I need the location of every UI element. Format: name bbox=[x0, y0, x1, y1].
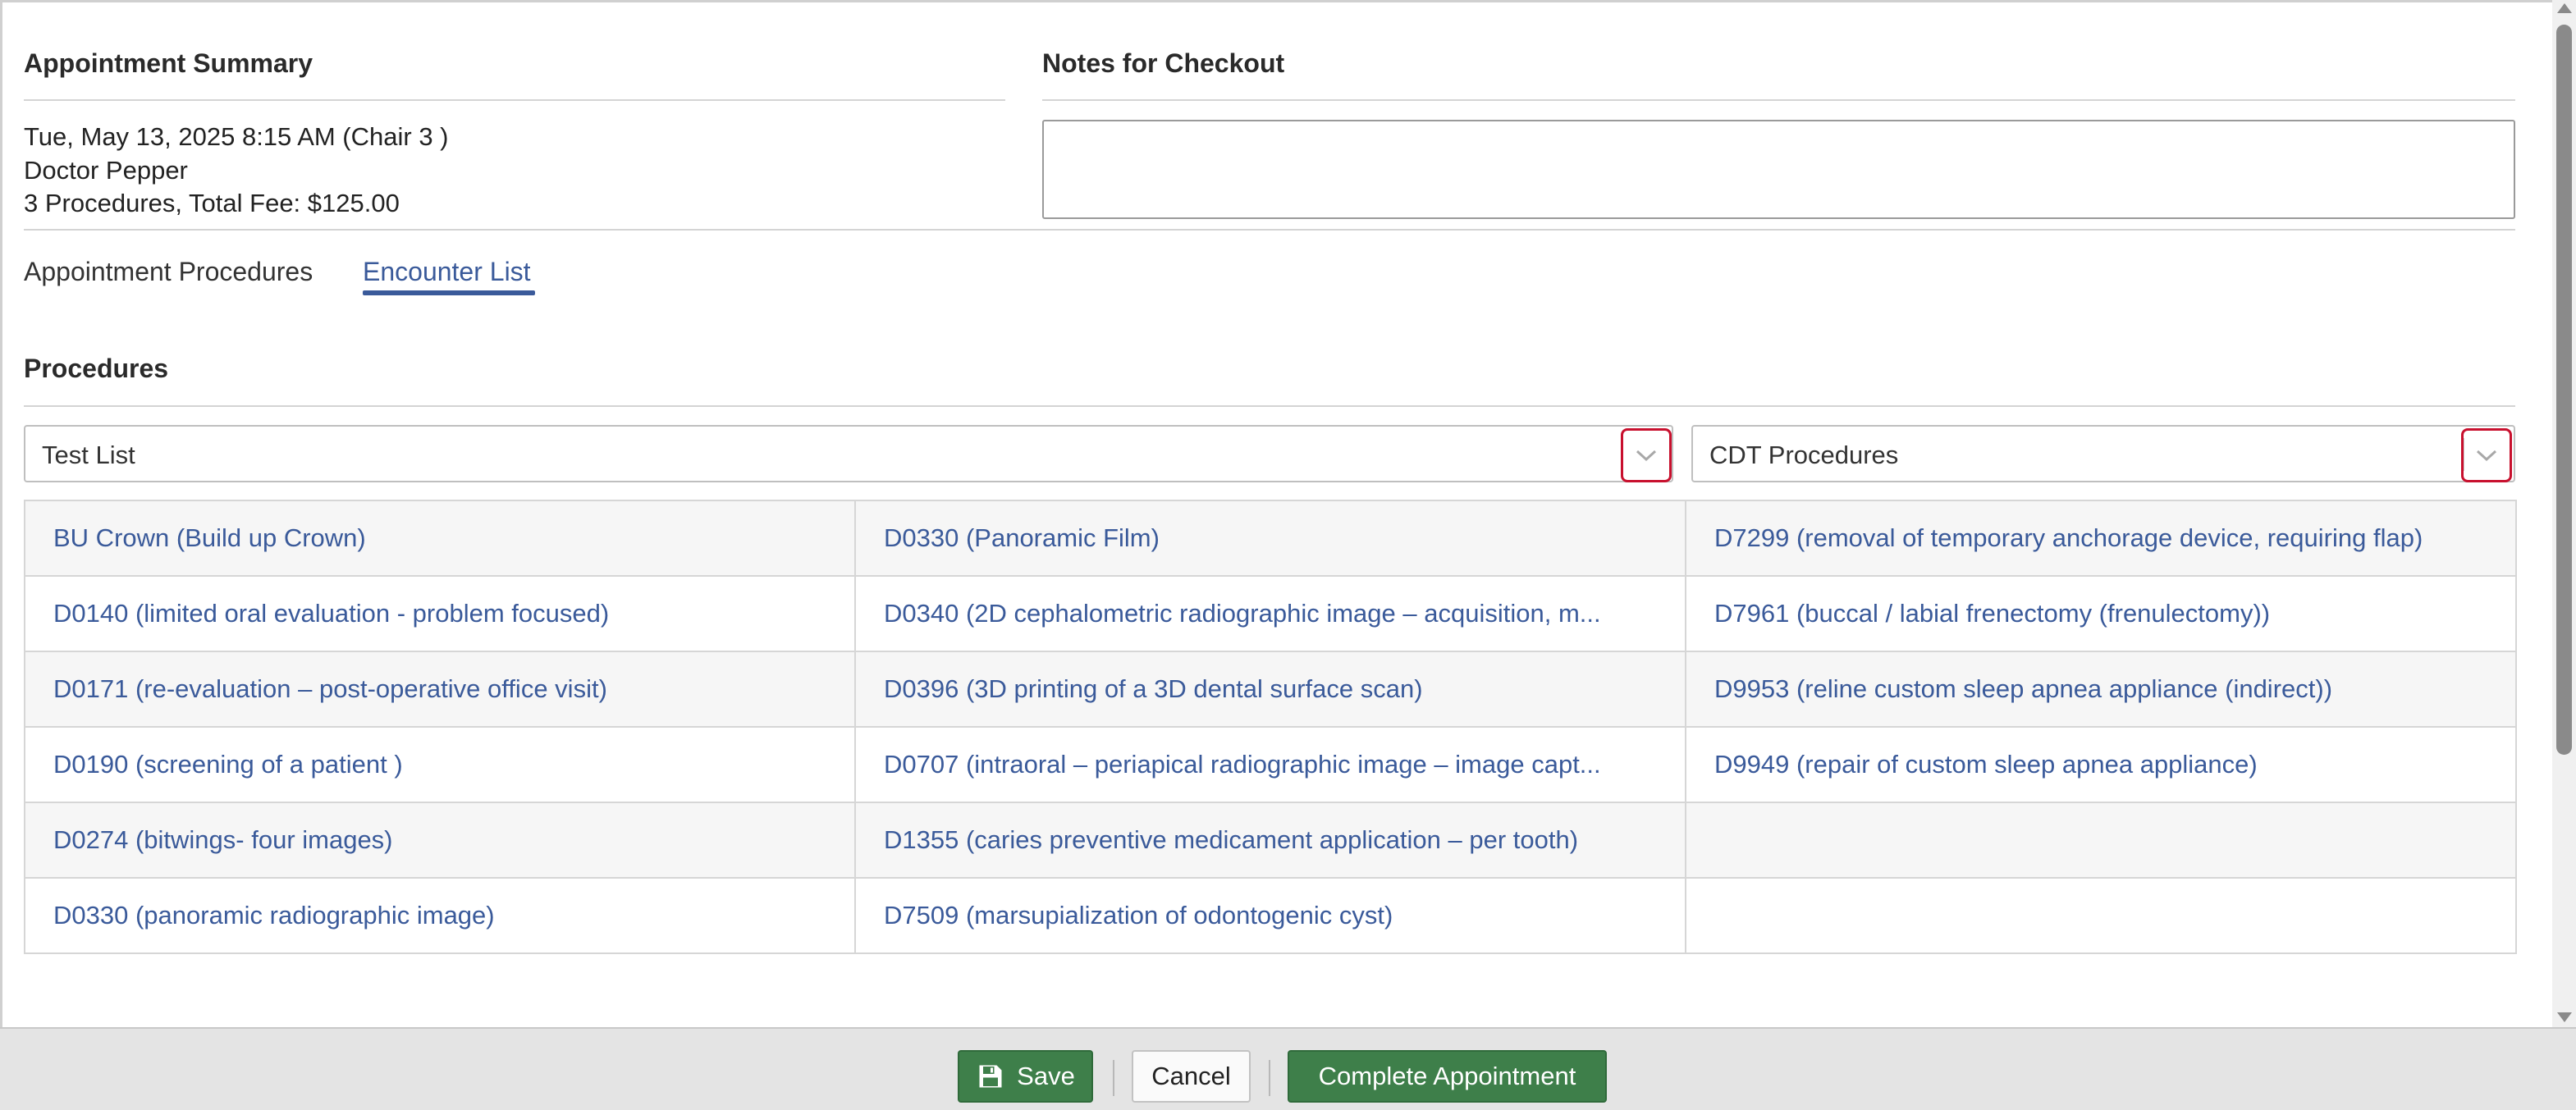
chevron-down-icon[interactable] bbox=[2461, 428, 2512, 482]
procedure-link[interactable]: D0396 (3D printing of a 3D dental surfac… bbox=[884, 674, 1423, 703]
appointment-fee: 3 Procedures, Total Fee: $125.00 bbox=[24, 189, 400, 217]
dialog-footer: Save Cancel Complete Appointment bbox=[0, 1027, 2576, 1110]
procedure-cell[interactable]: D7299 (removal of temporary anchorage de… bbox=[1685, 500, 2517, 577]
summary-divider bbox=[24, 99, 1005, 101]
procedure-cell[interactable]: D0274 (bitwings- four images) bbox=[24, 802, 856, 879]
active-tab-indicator bbox=[363, 290, 535, 295]
procedure-link[interactable]: D0274 (bitwings- four images) bbox=[53, 825, 393, 854]
procedure-link[interactable]: D1355 (caries preventive medicament appl… bbox=[884, 825, 1578, 854]
notes-divider bbox=[1042, 99, 2515, 101]
chevron-down-icon[interactable] bbox=[1621, 428, 1672, 482]
appointment-doctor: Doctor Pepper bbox=[24, 156, 188, 185]
procedure-link[interactable]: D9953 (reline custom sleep apnea applian… bbox=[1714, 674, 2332, 703]
procedure-cell[interactable]: D1355 (caries preventive medicament appl… bbox=[854, 802, 1686, 879]
table-row: D0171 (re-evaluation – post-operative of… bbox=[24, 651, 2517, 728]
procedure-link[interactable]: D0171 (re-evaluation – post-operative of… bbox=[53, 674, 607, 703]
procedure-link[interactable]: D7509 (marsupialization of odontogenic c… bbox=[884, 901, 1393, 930]
tab-appointment-procedures[interactable]: Appointment Procedures bbox=[24, 257, 313, 287]
procedure-link[interactable]: D7961 (buccal / labial frenectomy (frenu… bbox=[1714, 599, 2270, 628]
save-button[interactable]: Save bbox=[958, 1050, 1093, 1103]
procedure-link[interactable]: D0340 (2D cephalometric radiographic ima… bbox=[884, 599, 1601, 628]
procedure-cell[interactable]: D9949 (repair of custom sleep apnea appl… bbox=[1685, 726, 2517, 803]
appointment-summary-title: Appointment Summary bbox=[24, 48, 313, 78]
section-divider bbox=[24, 229, 2515, 231]
procedure-cell[interactable]: D0171 (re-evaluation – post-operative of… bbox=[24, 651, 856, 728]
procedure-cell[interactable]: D0396 (3D printing of a 3D dental surfac… bbox=[854, 651, 1686, 728]
tab-encounter-list[interactable]: Encounter List bbox=[363, 257, 531, 287]
procedure-link[interactable]: D9949 (repair of custom sleep apnea appl… bbox=[1714, 750, 2258, 779]
notes-title: Notes for Checkout bbox=[1042, 48, 1285, 78]
procedure-cell[interactable]: D7509 (marsupialization of odontogenic c… bbox=[854, 877, 1686, 954]
procedure-cell[interactable]: D0190 (screening of a patient ) bbox=[24, 726, 856, 803]
scrollbar-thumb[interactable] bbox=[2556, 25, 2572, 755]
procedure-cell[interactable]: D0707 (intraoral – periapical radiograph… bbox=[854, 726, 1686, 803]
procedure-link[interactable]: D0190 (screening of a patient ) bbox=[53, 750, 403, 779]
procedure-link[interactable]: D0330 (panoramic radiographic image) bbox=[53, 901, 495, 930]
procedures-divider bbox=[24, 405, 2515, 407]
procedures-title: Procedures bbox=[24, 354, 169, 383]
code-set-select[interactable]: CDT Procedures bbox=[1691, 425, 2515, 482]
footer-divider bbox=[1113, 1060, 1114, 1096]
notes-textarea[interactable] bbox=[1042, 120, 2515, 219]
table-row: D0330 (panoramic radiographic image) D75… bbox=[24, 877, 2517, 954]
procedure-grid: BU Crown (Build up Crown) D0330 (Panoram… bbox=[24, 500, 2517, 954]
table-row: D0274 (bitwings- four images) D1355 (car… bbox=[24, 802, 2517, 879]
procedure-cell[interactable]: D0140 (limited oral evaluation - problem… bbox=[24, 575, 856, 652]
cancel-button[interactable]: Cancel bbox=[1132, 1050, 1251, 1103]
footer-divider bbox=[1269, 1060, 1270, 1096]
appointment-date: Tue, May 13, 2025 8:15 AM (Chair 3 ) bbox=[24, 122, 449, 151]
empty-cell bbox=[1685, 877, 2517, 954]
procedure-link[interactable]: BU Crown (Build up Crown) bbox=[53, 523, 366, 552]
procedure-link[interactable]: D0140 (limited oral evaluation - problem… bbox=[53, 599, 609, 628]
procedure-link[interactable]: D0707 (intraoral – periapical radiograph… bbox=[884, 750, 1601, 779]
table-row: BU Crown (Build up Crown) D0330 (Panoram… bbox=[24, 500, 2517, 577]
procedure-cell[interactable]: D0330 (panoramic radiographic image) bbox=[24, 877, 856, 954]
vertical-scrollbar[interactable] bbox=[2552, 0, 2576, 1027]
save-label: Save bbox=[1017, 1062, 1075, 1090]
procedure-cell[interactable]: BU Crown (Build up Crown) bbox=[24, 500, 856, 577]
complete-appointment-button[interactable]: Complete Appointment bbox=[1288, 1050, 1607, 1103]
appointment-dialog: Appointment Summary Tue, May 13, 2025 8:… bbox=[0, 0, 2552, 1027]
procedure-list-value: Test List bbox=[42, 441, 135, 469]
procedure-cell[interactable]: D0330 (Panoramic Film) bbox=[854, 500, 1686, 577]
procedure-list-select[interactable]: Test List bbox=[24, 425, 1673, 482]
procedure-cell[interactable]: D7961 (buccal / labial frenectomy (frenu… bbox=[1685, 575, 2517, 652]
empty-cell bbox=[1685, 802, 2517, 879]
procedure-cell[interactable]: D0340 (2D cephalometric radiographic ima… bbox=[854, 575, 1686, 652]
procedure-cell[interactable]: D9953 (reline custom sleep apnea applian… bbox=[1685, 651, 2517, 728]
scroll-up-icon[interactable] bbox=[2557, 3, 2572, 13]
table-row: D0190 (screening of a patient ) D0707 (i… bbox=[24, 726, 2517, 803]
procedure-link[interactable]: D0330 (Panoramic Film) bbox=[884, 523, 1160, 552]
procedure-link[interactable]: D7299 (removal of temporary anchorage de… bbox=[1714, 523, 2423, 552]
code-set-value: CDT Procedures bbox=[1709, 441, 1899, 469]
scroll-down-icon[interactable] bbox=[2557, 1012, 2572, 1022]
table-row: D0140 (limited oral evaluation - problem… bbox=[24, 575, 2517, 652]
save-icon bbox=[979, 1065, 1002, 1088]
